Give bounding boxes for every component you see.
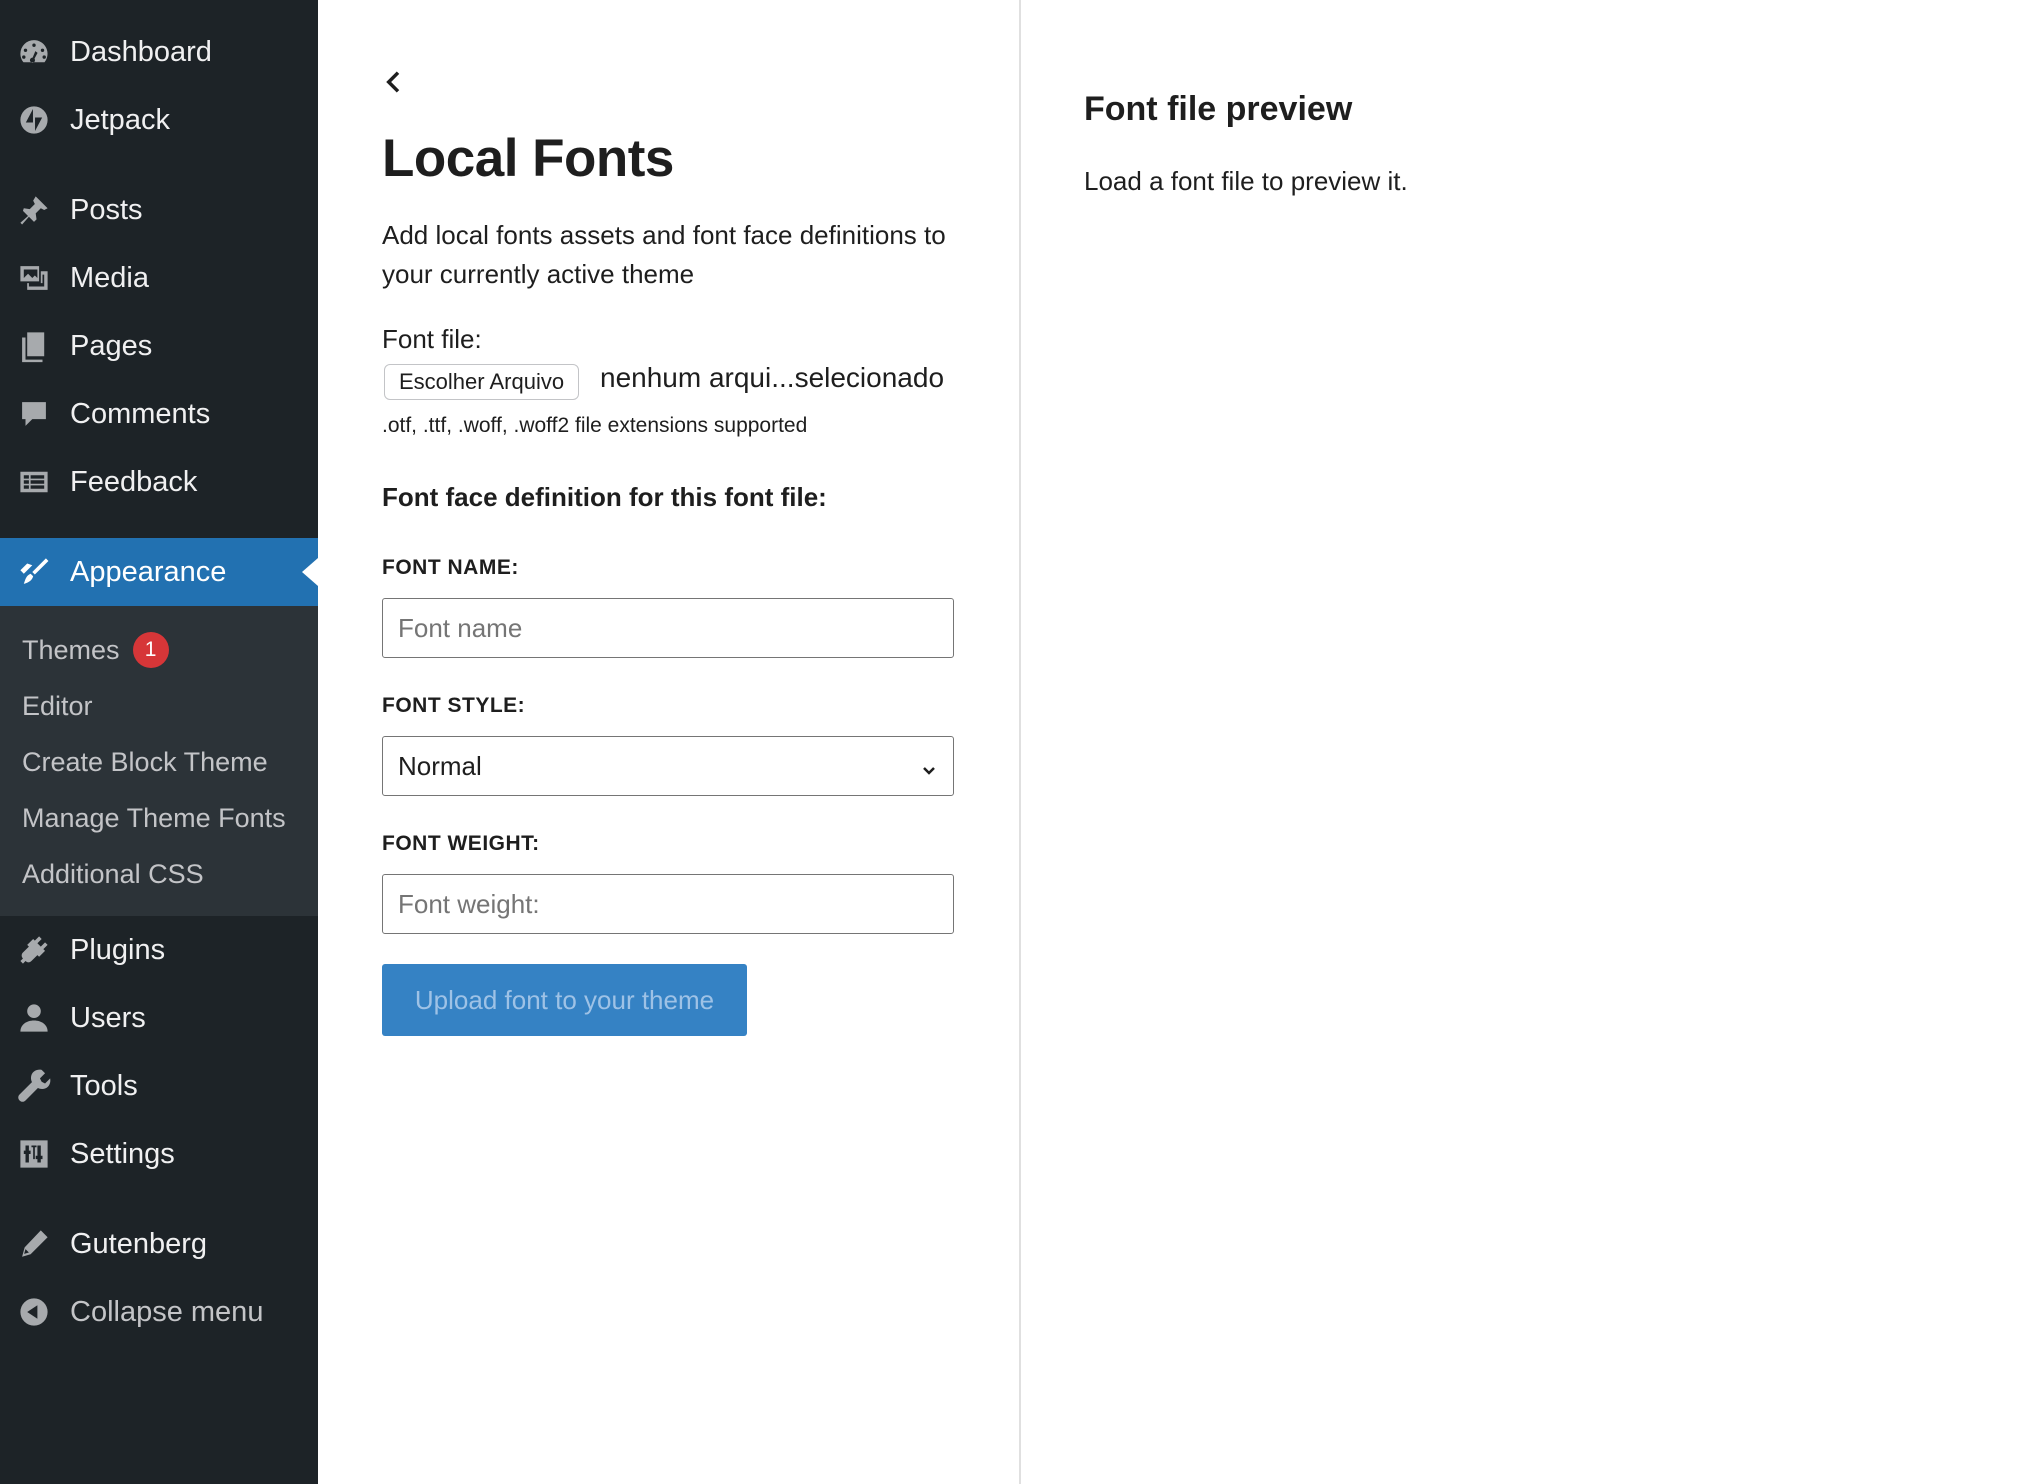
sidebar-item-users[interactable]: Users: [0, 984, 318, 1052]
sidebar-item-label: Media: [70, 261, 149, 294]
sidebar-item-settings[interactable]: Settings: [0, 1120, 318, 1188]
sidebar-item-label: Dashboard: [70, 35, 212, 68]
preview-title: Font file preview: [1084, 90, 1353, 128]
chevron-down-icon: [919, 756, 939, 776]
font-face-section-title: Font face definition for this font file:: [382, 482, 827, 512]
font-style-select[interactable]: Normal: [382, 736, 954, 796]
sidebar-item-label: Comments: [70, 397, 211, 430]
sidebar-item-media[interactable]: Media: [0, 244, 318, 312]
upload-font-button[interactable]: Upload font to your theme: [382, 964, 747, 1036]
sidebar-item-label: Collapse menu: [70, 1295, 264, 1328]
sidebar-item-label: Tools: [70, 1069, 138, 1102]
sidebar-item-label: Plugins: [70, 933, 166, 966]
font-weight-label: FONT WEIGHT:: [382, 832, 540, 855]
pencil-icon: [16, 1226, 52, 1262]
jetpack-icon: [16, 102, 52, 138]
supported-extensions-note: .otf, .ttf, .woff, .woff2 file extension…: [382, 414, 808, 437]
submenu-item-label: Themes: [22, 634, 120, 665]
preview-text: Load a font file to preview it.: [1084, 166, 1408, 196]
column-divider: [1019, 0, 1021, 1484]
user-icon: [16, 1000, 52, 1036]
font-style-label: FONT STYLE:: [382, 694, 526, 717]
plug-icon: [16, 932, 52, 968]
sidebar-item-pages[interactable]: Pages: [0, 312, 318, 380]
paintbrush-icon: [16, 554, 52, 590]
sidebar-collapse-menu[interactable]: Collapse menu: [0, 1278, 318, 1346]
page-title: Local Fonts: [382, 129, 674, 188]
sidebar-item-label: Settings: [70, 1137, 175, 1170]
active-indicator-arrow: [302, 558, 318, 586]
submenu-item-label: Manage Theme Fonts: [22, 802, 286, 833]
back-button[interactable]: [378, 66, 410, 98]
wrench-icon: [16, 1068, 52, 1104]
collapse-arrow-icon: [16, 1294, 52, 1330]
appearance-submenu: Themes 1 Editor Create Block Theme Manag…: [0, 606, 318, 916]
choose-file-button[interactable]: Escolher Arquivo: [384, 364, 580, 400]
sidebar-item-label: Jetpack: [70, 103, 170, 136]
sidebar-item-label: Gutenberg: [70, 1227, 208, 1260]
sidebar-item-label: Pages: [70, 329, 153, 362]
update-count-badge: 1: [132, 632, 169, 668]
submenu-item-label: Additional CSS: [22, 858, 204, 889]
font-name-input[interactable]: Font name: [382, 598, 954, 658]
sidebar-item-comments[interactable]: Comments: [0, 380, 318, 448]
sidebar-item-dashboard[interactable]: Dashboard: [0, 18, 318, 86]
file-status-text: nenhum arqui...selecionado: [600, 362, 945, 393]
sidebar-item-plugins[interactable]: Plugins: [0, 916, 318, 984]
submenu-item-manage-theme-fonts[interactable]: Manage Theme Fonts: [22, 798, 286, 838]
sidebar-item-label: Users: [70, 1001, 146, 1034]
sidebar-item-appearance[interactable]: Appearance: [0, 538, 318, 606]
sidebar-item-gutenberg[interactable]: Gutenberg: [0, 1210, 318, 1278]
sidebar-item-label: Posts: [70, 193, 143, 226]
chevron-left-icon: [386, 71, 400, 93]
font-name-label: FONT NAME:: [382, 556, 519, 579]
font-style-value: Normal: [398, 750, 482, 781]
submenu-item-themes[interactable]: Themes 1: [22, 630, 169, 670]
sidebar-item-tools[interactable]: Tools: [0, 1052, 318, 1120]
submenu-item-additional-css[interactable]: Additional CSS: [22, 854, 204, 894]
font-file-label: Font file:: [382, 324, 482, 354]
page-description: Add local fonts assets and font face def…: [382, 220, 946, 289]
pages-icon: [16, 328, 52, 364]
admin-sidebar: Dashboard Jetpack Posts Media Pages Comm…: [0, 0, 318, 1484]
sidebar-item-feedback[interactable]: Feedback: [0, 448, 318, 516]
sliders-icon: [16, 1136, 52, 1172]
feedback-form-icon: [16, 464, 52, 500]
submenu-item-label: Editor: [22, 690, 93, 721]
dashboard-icon: [16, 34, 52, 70]
sidebar-item-label: Feedback: [70, 465, 198, 498]
sidebar-item-posts[interactable]: Posts: [0, 176, 318, 244]
submenu-item-editor[interactable]: Editor: [22, 686, 93, 726]
media-icon: [16, 260, 52, 296]
sidebar-item-jetpack[interactable]: Jetpack: [0, 86, 318, 154]
submenu-item-create-block-theme[interactable]: Create Block Theme: [22, 742, 268, 782]
comment-bubble-icon: [16, 396, 52, 432]
pin-icon: [16, 192, 52, 228]
font-weight-input[interactable]: Font weight:: [382, 874, 954, 934]
sidebar-item-label: Appearance: [70, 555, 227, 588]
submenu-item-label: Create Block Theme: [22, 746, 268, 777]
